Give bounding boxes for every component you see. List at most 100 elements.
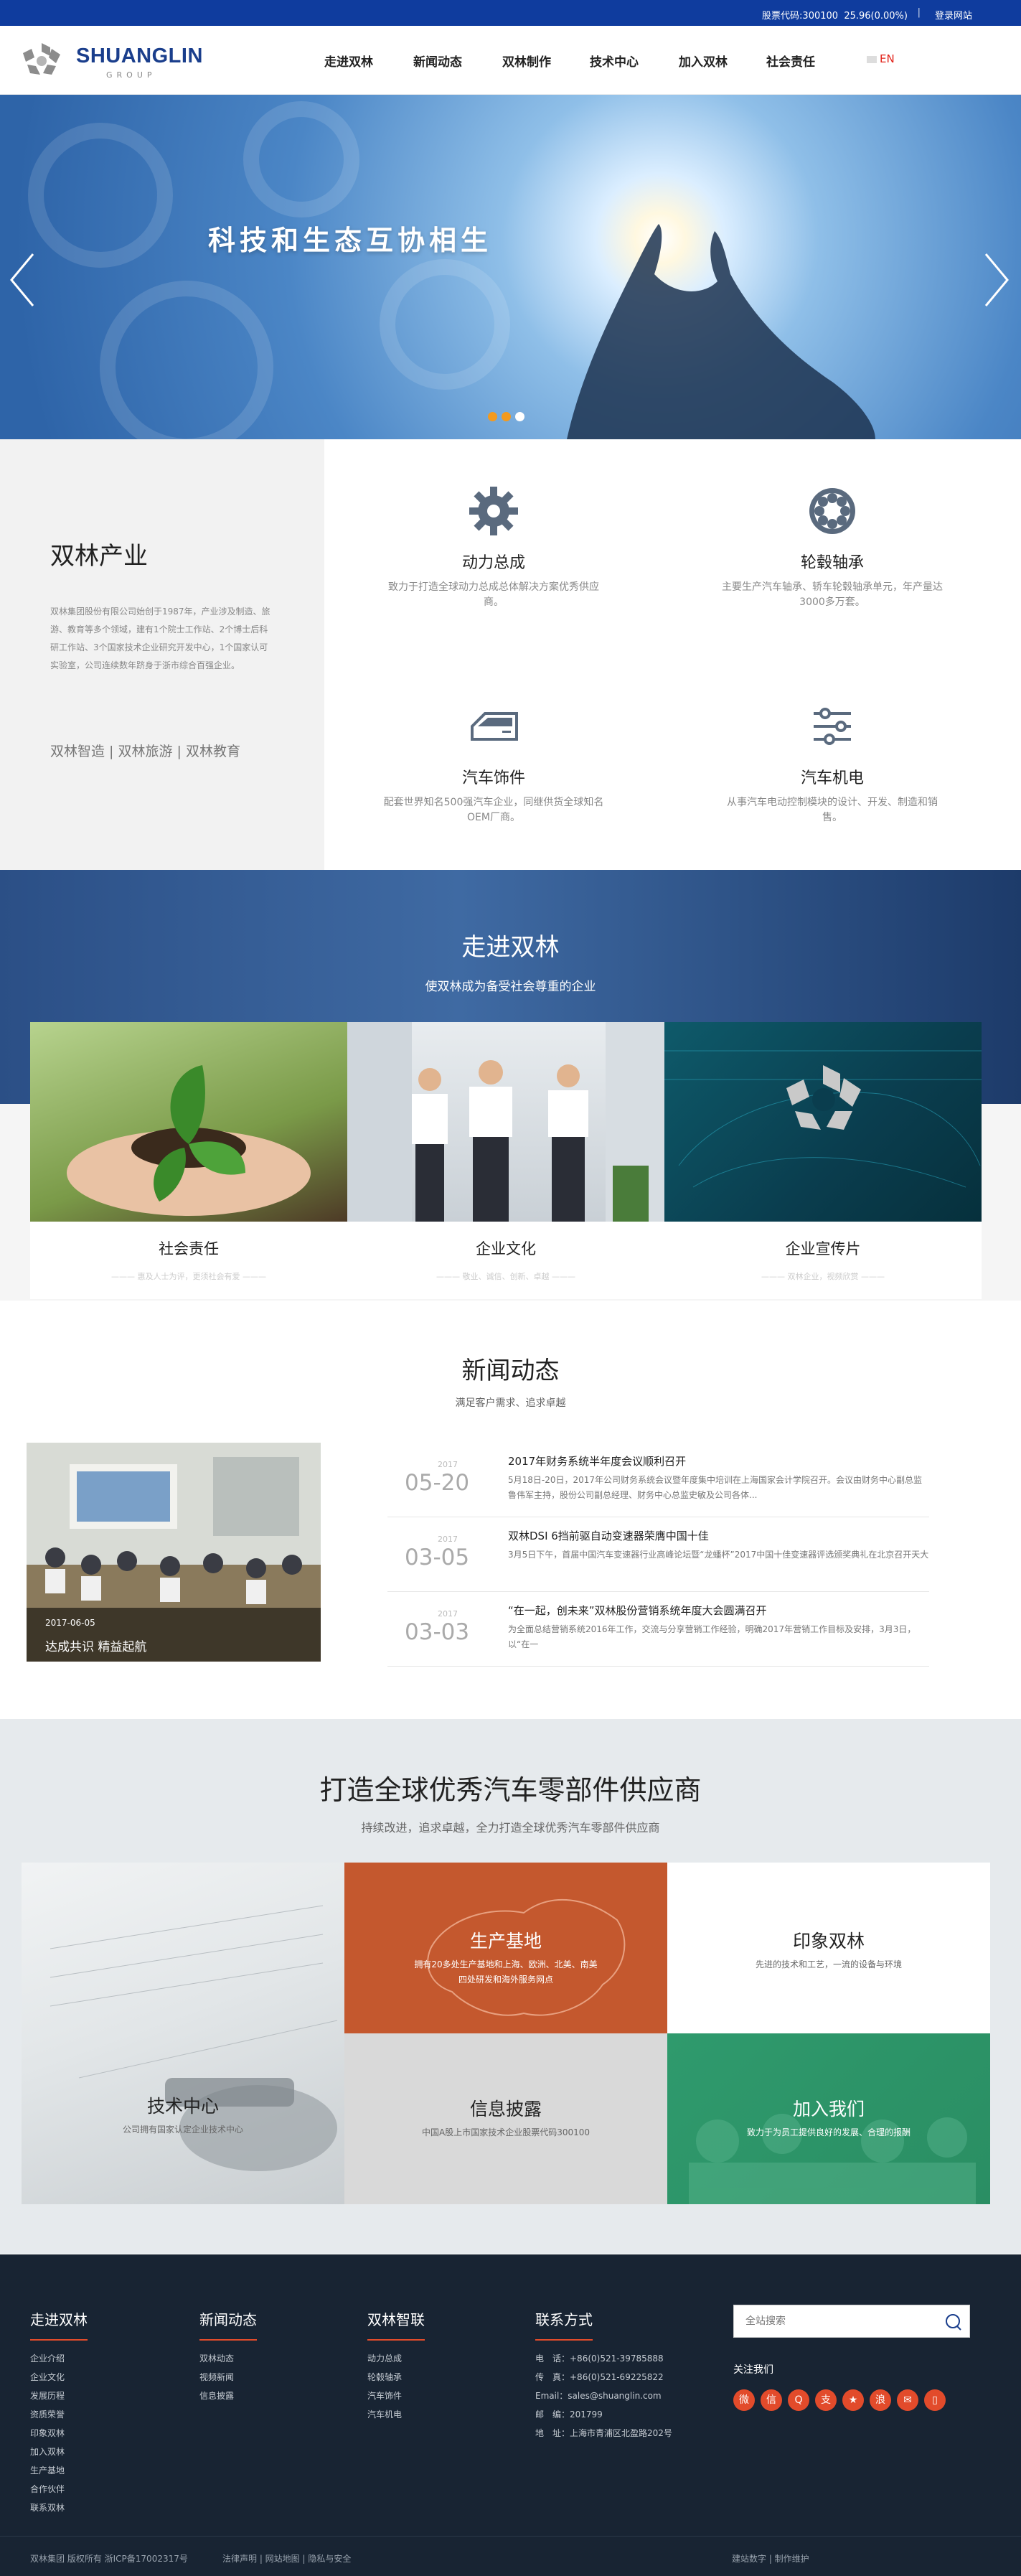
footer-link[interactable]: 资质荣誉 (30, 2405, 88, 2424)
industry-item-powertrain[interactable]: 动力总成 致力于打造全球动力总成总体解决方案优秀供应商。 (379, 482, 608, 610)
slide-dot[interactable] (515, 412, 524, 421)
tile-desc: 致力于为员工提供良好的发展、合理的报酬 (746, 2127, 911, 2137)
footer-link[interactable]: 加入双林 (30, 2442, 88, 2461)
site-credit[interactable]: 建站数字 | 制作维护 (732, 2552, 809, 2565)
search-icon[interactable] (944, 2313, 962, 2331)
footer-link[interactable]: 印象双林 (30, 2424, 88, 2442)
next-arrow-icon[interactable] (982, 251, 1010, 309)
card-image (347, 1022, 664, 1222)
logo[interactable]: SHUANGLIN GROUP (20, 40, 207, 82)
alipay-icon[interactable]: 支 (815, 2389, 837, 2411)
news-date: 03-05 (405, 1545, 470, 1570)
news-item[interactable]: 2017 03-03 “在一起，创未来”双林股份营销系统年度大会圆满召开 为全面… (387, 1592, 929, 1667)
card-title: 企业宣传片 (785, 1240, 861, 1257)
footer-link[interactable]: 汽车机电 (367, 2405, 425, 2424)
footer-link[interactable]: 合作伙伴 (30, 2480, 88, 2498)
qq-icon[interactable]: Q (788, 2389, 809, 2411)
news-featured-title: 达成共识 精益起航 (45, 1640, 147, 1654)
industry-item-trim[interactable]: 汽车饰件 配套世界知名500强汽车企业，同继供货全球知名OEM厂商。 (379, 698, 608, 825)
gear-pattern-icon (28, 101, 510, 439)
news-featured-caption[interactable]: 2017-06-05 达成共识 精益起航 (27, 1608, 321, 1662)
tile-production-base[interactable]: 生产基地 拥有20多处生产基地和上海、欧洲、北美、南美四处研发和海外服务网点 (344, 1863, 667, 2033)
nav-about[interactable]: 走进双林 (324, 52, 373, 70)
tile-tech-center[interactable]: 技术中心 公司拥有国家认定企业技术中心 (22, 1863, 344, 2204)
footer-link[interactable]: 发展历程 (30, 2387, 88, 2405)
slide-dot[interactable] (502, 412, 511, 421)
sina-icon[interactable]: 浪 (870, 2389, 891, 2411)
nav-tech[interactable]: 技术中心 (590, 52, 639, 70)
footer-link[interactable]: 联系双林 (30, 2498, 88, 2517)
tile-desc: 公司拥有国家认定企业技术中心 (122, 2125, 243, 2135)
contact-fax: 传 真：+86(0)521-69225822 (535, 2372, 664, 2382)
industry-links[interactable]: 双林智造 | 双林旅游 | 双林教育 (50, 741, 240, 760)
footer-link[interactable]: 轮毂轴承 (367, 2368, 425, 2387)
footer-col-products: 双林智联 动力总成 轮毂轴承 汽车饰件 汽车机电 (367, 2308, 425, 2424)
login-link[interactable]: 登录网站 (935, 8, 972, 22)
industry-intro: 双林产业 双林集团股份有限公司始创于1987年，产业涉及制造、旅游、教育等多个领… (0, 439, 324, 870)
industry-item-bearing[interactable]: 轮毂轴承 主要生产汽车轴承、轿车轮毂轴承单元，年产量达3000多万套。 (717, 482, 947, 610)
tile-title: 加入我们 (792, 2099, 865, 2120)
language-switch[interactable]: EN (867, 52, 895, 65)
tile-title: 信息披露 (469, 2099, 542, 2120)
tile-impression[interactable]: 印象双林 先进的技术和工艺，一流的设备与环境 (667, 1863, 990, 2033)
industry-item-title: 汽车机电 (800, 769, 864, 787)
nav-join[interactable]: 加入双林 (679, 52, 728, 70)
prev-arrow-icon[interactable] (9, 251, 37, 309)
flag-icon (867, 55, 877, 63)
star-icon[interactable]: ★ (842, 2389, 864, 2411)
nav-products[interactable]: 双林制作 (502, 52, 551, 70)
lang-label: EN (880, 52, 895, 65)
tile-join-us[interactable]: 加入我们 致力于为员工提供良好的发展、合理的报酬 (667, 2033, 990, 2204)
footer-link[interactable]: 双林动态 (199, 2349, 257, 2368)
news-item[interactable]: 2017 05-20 2017年财务系统半年度会议顺利召开 5月18日-20日，… (387, 1443, 929, 1517)
card-subtitle: ——— 惠及人士为评，更须社会有爱 ——— (111, 1272, 266, 1281)
tile-desc: 中国A股上市国家技术企业股票代码300100 (421, 2127, 591, 2137)
tile-desc: 先进的技术和工艺，一流的设备与环境 (755, 1959, 902, 1970)
legal-links[interactable]: 法律声明 | 网站地图 | 隐私与安全 (222, 2552, 351, 2565)
mail-icon[interactable]: ✉ (897, 2389, 918, 2411)
card-video[interactable]: 企业宣传片 ——— 双林企业，视频欣赏 ——— (664, 1022, 982, 1299)
card-social-responsibility[interactable]: 社会责任 ——— 惠及人士为评，更须社会有爱 ——— (30, 1022, 347, 1299)
news-year: 2017 (438, 1535, 458, 1544)
footer-link[interactable]: 企业文化 (30, 2368, 88, 2387)
contact-email: Email：sales@shuanglin.com (535, 2391, 662, 2401)
footer-divider (199, 2339, 257, 2341)
tile-title: 印象双林 (792, 1931, 865, 1952)
tile-disclosure[interactable]: 信息披露 中国A股上市国家技术企业股票代码300100 (344, 2033, 667, 2204)
supplier-title: 打造全球优秀汽车零部件供应商 (319, 1774, 702, 1806)
sprout-icon (67, 1065, 311, 1216)
footer-link[interactable]: 生产基地 (30, 2461, 88, 2480)
supplier-section: 打造全球优秀汽车零部件供应商 持续改进，追求卓越，全力打造全球优秀汽车零部件供应… (0, 1719, 1021, 2254)
footer-link[interactable]: 视频新闻 (199, 2368, 257, 2387)
industry-item-desc: 从事汽车电动控制模块的设计、开发、制造和销售。 (727, 797, 938, 823)
footer-link[interactable]: 信息披露 (199, 2387, 257, 2405)
industry-item-desc: 致力于打造全球动力总成总体解决方案优秀供应商。 (388, 581, 599, 608)
news-item[interactable]: 2017 03-05 双林DSI 6挡前驱自动变速器荣膺中国十佳 3月5日下午，… (387, 1517, 929, 1592)
industry-item-mechatronics[interactable]: 汽车机电 从事汽车电动控制模块的设计、开发、制造和销售。 (717, 698, 947, 825)
news-title: 新闻动态 (461, 1357, 560, 1385)
industry-title: 双林产业 (50, 542, 148, 571)
separator: | (917, 7, 921, 18)
footer-link[interactable]: 汽车饰件 (367, 2387, 425, 2405)
footer-link[interactable]: 企业介绍 (30, 2349, 88, 2368)
logo-mark-icon (23, 43, 60, 75)
footer-col-title: 新闻动态 (199, 2311, 257, 2328)
news-subtitle: 满足客户需求、追求卓越 (455, 1397, 566, 1409)
search-input[interactable] (745, 2314, 939, 2328)
mobile-icon[interactable]: ▯ (924, 2389, 946, 2411)
contact-address: 地 址：上海市青浦区北盈路202号 (535, 2428, 672, 2438)
footer-link[interactable]: 动力总成 (367, 2349, 425, 2368)
card-title: 企业文化 (476, 1240, 536, 1257)
footer-col-contact: 联系方式 电 话：+86(0)521-39785888 传 真：+86(0)52… (535, 2308, 672, 2442)
slide-dot[interactable] (488, 412, 497, 421)
card-culture[interactable]: 企业文化 ——— 敬业、诚信、创新、卓越 ——— (347, 1022, 664, 1299)
logo-subtitle: GROUP (106, 70, 156, 80)
wechat-icon[interactable]: 信 (761, 2389, 782, 2411)
news-item-title: 双林DSI 6挡前驱自动变速器荣膺中国十佳 (508, 1530, 709, 1542)
top-bar: 股票代码:300100 25.96(0.00%) | 登录网站 (0, 0, 1021, 26)
weibo-icon[interactable]: 微 (733, 2389, 755, 2411)
news-year: 2017 (438, 1460, 458, 1469)
nav-social[interactable]: 社会责任 (766, 52, 815, 70)
hero-banner: 科技和生态互协相生 (0, 95, 1021, 439)
nav-news[interactable]: 新闻动态 (413, 52, 462, 70)
